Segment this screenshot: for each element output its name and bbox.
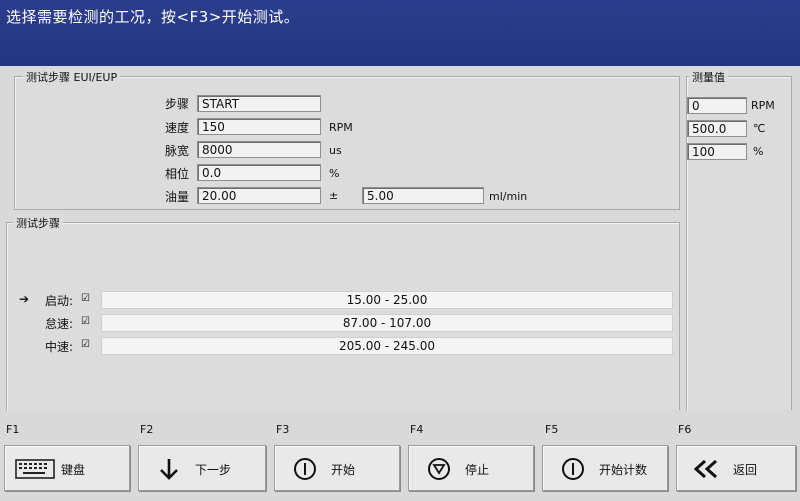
oil-tolerance-field[interactable]: 5.00	[362, 187, 484, 204]
title-bar: 选择需要检测的工况，按<F3>开始测试。	[0, 0, 800, 66]
instruction-text: 选择需要检测的工况，按<F3>开始测试。	[6, 8, 300, 26]
step-range-idle: 87.00 - 107.00	[101, 314, 673, 332]
step-checkbox-mid[interactable]: ☑	[81, 339, 90, 350]
pct-unit: %	[753, 145, 764, 158]
step-label: 步骤	[165, 97, 190, 111]
app-screen: 选择需要检测的工况，按<F3>开始测试。 测试步骤 EUI/EUP 步骤 STA…	[0, 0, 800, 501]
pulse-label: 脉宽	[165, 144, 190, 158]
step-checkbox-start[interactable]: ☑	[81, 293, 90, 304]
speed-field[interactable]: 150	[197, 118, 321, 135]
step-label-start: 启动:	[45, 294, 74, 308]
test-params-panel: 测试步骤 EUI/EUP 步骤 START 速度 150 RPM 脉宽 8000…	[14, 69, 680, 210]
f3-key-label: F3	[276, 423, 290, 436]
step-range-start: 15.00 - 25.00	[101, 291, 673, 309]
keyboard-button[interactable]: 键盘	[4, 445, 130, 491]
rpm-unit: RPM	[751, 99, 775, 112]
start-count-button-label: 开始计数	[599, 463, 648, 477]
test-params-header: 测试步骤 EUI/EUP	[23, 69, 121, 85]
oil-field[interactable]: 20.00	[197, 187, 321, 204]
oil-plusminus: ±	[329, 189, 339, 202]
oil-label: 油量	[165, 190, 190, 204]
step-row[interactable]: 怠速: ☑ 87.00 - 107.00	[7, 314, 679, 332]
speed-unit: RPM	[329, 121, 353, 134]
pct-field: 100	[687, 143, 747, 160]
start-icon	[294, 458, 316, 480]
keyboard-icon	[15, 459, 55, 479]
phase-label: 相位	[165, 167, 190, 181]
start-count-button[interactable]: 开始计数	[542, 445, 668, 491]
rpm-field: 0	[687, 97, 747, 114]
oil-unit: ml/min	[489, 190, 528, 203]
start-button-label: 开始	[331, 463, 356, 477]
stop-button[interactable]: 停止	[408, 445, 534, 491]
next-step-button-label: 下一步	[195, 463, 232, 477]
step-row[interactable]: 中速: ☑ 205.00 - 245.00	[7, 337, 679, 355]
f1-key-label: F1	[6, 423, 20, 436]
phase-unit: %	[329, 167, 340, 180]
back-button-label: 返回	[733, 463, 758, 477]
phase-field[interactable]: 0.0	[197, 164, 321, 181]
step-row[interactable]: 启动: ☑ 15.00 - 25.00	[7, 291, 679, 309]
f5-key-label: F5	[545, 423, 559, 436]
arrow-down-icon	[160, 459, 178, 480]
double-chevron-left-icon	[693, 459, 717, 479]
test-steps-header: 测试步骤	[13, 215, 63, 231]
f6-key-label: F6	[678, 423, 692, 436]
step-checkbox-idle[interactable]: ☑	[81, 316, 90, 327]
f4-key-label: F4	[410, 423, 424, 436]
f2-key-label: F2	[140, 423, 154, 436]
pulse-unit: us	[329, 144, 342, 157]
next-step-button[interactable]: 下一步	[138, 445, 266, 491]
stop-button-label: 停止	[465, 463, 490, 477]
step-label-idle: 怠速:	[45, 317, 74, 331]
step-field[interactable]: START	[197, 95, 321, 112]
start-count-icon	[562, 458, 584, 480]
measured-header: 测量值	[689, 69, 728, 85]
stop-icon	[428, 458, 450, 480]
temp-field: 500.0	[687, 120, 747, 137]
test-steps-panel: 测试步骤 ➔ 启动: ☑ 15.00 - 25.00 怠速: ☑ 87.00 -…	[6, 215, 680, 412]
step-range-mid: 205.00 - 245.00	[101, 337, 673, 355]
pulse-field[interactable]: 8000	[197, 141, 321, 158]
start-button[interactable]: 开始	[274, 445, 400, 491]
keyboard-button-label: 键盘	[61, 463, 86, 477]
measured-panel: 测量值 0 RPM 500.0 ℃ 100 %	[686, 69, 792, 412]
back-button[interactable]: 返回	[676, 445, 796, 491]
step-label-mid: 中速:	[45, 340, 74, 354]
temp-unit: ℃	[753, 122, 766, 135]
speed-label: 速度	[165, 121, 190, 135]
